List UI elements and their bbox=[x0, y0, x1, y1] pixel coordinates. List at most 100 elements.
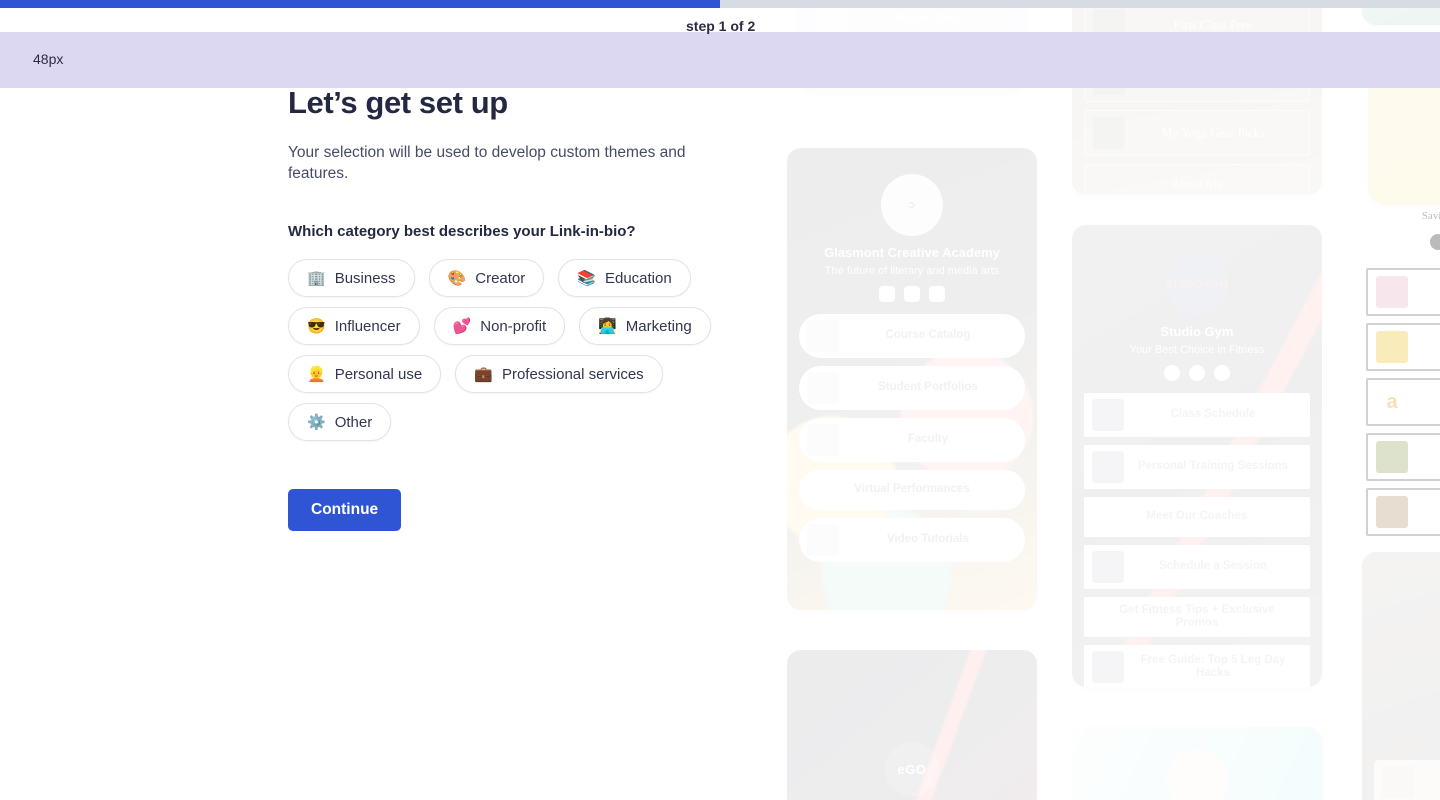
category-chip-personal-use[interactable]: 👱 Personal use bbox=[288, 355, 442, 394]
preview-link-label: Merch Shop bbox=[895, 13, 961, 26]
preview-link-item bbox=[1374, 760, 1440, 800]
preview-avatar: ɔ bbox=[881, 174, 943, 236]
preview-link-thumbnail bbox=[1376, 441, 1408, 473]
preview-link-thumbnail bbox=[1092, 399, 1124, 431]
preview-link-item: Video Tutorials bbox=[799, 518, 1025, 562]
preview-card-food: F bbox=[1362, 552, 1440, 800]
preview-link-label: Free Guide: Top 5 Leg Day Hacks bbox=[1140, 653, 1286, 679]
preview-card-background bbox=[787, 148, 1037, 610]
preview-link-label: Meet Our Coaches bbox=[1146, 510, 1248, 523]
preview-link-label: Personal Training Sessions bbox=[1137, 460, 1289, 473]
preview-social-row bbox=[1164, 365, 1230, 381]
preview-link-item bbox=[1366, 323, 1440, 371]
progress-bar-fill bbox=[0, 0, 720, 8]
preview-link-label: Fu bbox=[1408, 450, 1440, 463]
books-emoji: 📚 bbox=[577, 269, 596, 287]
category-question-label: Which category best describes your Link-… bbox=[288, 223, 636, 241]
preview-link-thumbnail bbox=[1092, 451, 1124, 483]
continue-button[interactable]: Continue bbox=[288, 489, 402, 532]
preview-link-label: Virtual Performances bbox=[854, 483, 970, 496]
category-chip-influencer[interactable]: 😎 Influencer bbox=[288, 307, 420, 346]
preview-card-background bbox=[1368, 75, 1440, 205]
preview-link-thumbnail bbox=[807, 424, 839, 456]
briefcase-emoji: 💼 bbox=[474, 365, 493, 383]
preview-link-label: Class Schedule bbox=[1170, 408, 1256, 421]
category-chip-label: Education bbox=[604, 269, 672, 287]
category-chip-group: 🏢 Business 🎨 Creator 📚 Education 😎 Influ… bbox=[288, 259, 728, 442]
preview-social-row bbox=[879, 286, 945, 302]
youtube-icon bbox=[1164, 365, 1180, 381]
preview-link-thumbnail bbox=[1092, 551, 1124, 583]
preview-card-yoga: First Class Free Master Classes My Yoga … bbox=[1072, 0, 1322, 195]
preview-card-background bbox=[787, 650, 1037, 800]
preview-card-background bbox=[1072, 225, 1322, 687]
preview-saving-text: Saving bbox=[1421, 210, 1440, 222]
smiling-face-with-sunglasses-emoji: 😎 bbox=[307, 317, 326, 335]
preview-link-item: Free Guide: Top 5 Leg Day Hacks bbox=[1084, 645, 1310, 687]
preview-link-label: Schedule a Session bbox=[1158, 560, 1267, 573]
category-chip-label: Other bbox=[334, 413, 373, 431]
preview-link-thumbnail bbox=[1382, 766, 1414, 798]
category-chip-marketing[interactable]: 👩‍💻 Marketing bbox=[579, 307, 711, 346]
category-chip-label: Non-profit bbox=[480, 317, 547, 335]
artist-palette-emoji: 🎨 bbox=[447, 269, 467, 287]
preview-link-label: My Yoga Gear Picks bbox=[1161, 125, 1265, 140]
preview-card-subtitle: Your Best Choice in Fitness bbox=[1129, 344, 1265, 356]
step-indicator: step 1 of 2 bbox=[686, 18, 756, 34]
category-chip-professional-services[interactable]: 💼 Professional services bbox=[455, 355, 663, 394]
preview-link-item: About Me bbox=[1084, 164, 1310, 195]
preview-card-title: Glasmont Creative Academy bbox=[824, 245, 1000, 260]
preview-link-thumbnail bbox=[807, 372, 839, 404]
preview-link-item bbox=[1366, 268, 1440, 316]
preview-link-item: Faculty bbox=[799, 418, 1025, 462]
preview-link-item: Schedule a Session bbox=[1084, 545, 1310, 589]
preview-link-thumbnail bbox=[807, 524, 839, 556]
preview-link-label: Video Tutorials bbox=[886, 533, 969, 546]
two-hearts-emoji: 💕 bbox=[452, 317, 472, 335]
category-chip-non-profit[interactable]: 💕 Non-profit bbox=[433, 307, 566, 346]
preview-card-gaming: eGO eGO Gaming Studios bbox=[787, 650, 1037, 800]
preview-link-label: Get Fitness Tips + Exclusive Promos bbox=[1119, 603, 1275, 629]
facebook-icon bbox=[904, 286, 920, 302]
preview-link-item: a A bbox=[1366, 378, 1440, 426]
category-chip-label: Professional services bbox=[501, 365, 644, 383]
preview-link-item: Class Schedule bbox=[1084, 393, 1310, 437]
youtube-icon bbox=[879, 286, 895, 302]
preview-link-item: Personal Training Sessions bbox=[1084, 445, 1310, 489]
preview-link-label: Course Catalog bbox=[885, 329, 971, 342]
preview-link-item: Meet Our Coaches bbox=[1084, 497, 1310, 537]
preview-link-thumbnail bbox=[1376, 331, 1408, 363]
category-chip-label: Marketing bbox=[625, 317, 692, 335]
preview-card-subtitle: The future of literary and media arts bbox=[824, 265, 1000, 277]
preview-avatar: eGO bbox=[885, 742, 939, 796]
preview-avatar bbox=[1166, 749, 1228, 800]
preview-link-item: Course Catalog bbox=[799, 314, 1025, 358]
preview-link-thumbnail bbox=[1093, 117, 1125, 149]
category-chip-label: Business bbox=[334, 269, 396, 287]
preview-link-item: Get Fitness Tips + Exclusive Promos bbox=[1084, 597, 1310, 637]
category-chip-label: Influencer bbox=[334, 317, 401, 335]
preview-card-title: Studio Gym bbox=[1160, 324, 1234, 339]
preview-link-item: Fu bbox=[1366, 433, 1440, 481]
onboarding-dialog: Let’s get set up Your selection will be … bbox=[288, 84, 758, 532]
preview-link-label: A bbox=[1408, 395, 1440, 408]
preview-card-bee: B bbox=[1368, 75, 1440, 205]
preview-card-academy: ɔ Glasmont Creative Academy The future o… bbox=[787, 148, 1037, 610]
category-chip-business[interactable]: 🏢 Business bbox=[288, 259, 415, 298]
amazon-icon: a bbox=[1376, 386, 1408, 418]
preview-link-label: About Me bbox=[1171, 176, 1223, 191]
preview-card-beauty bbox=[1072, 727, 1322, 800]
category-chip-education[interactable]: 📚 Education bbox=[558, 259, 691, 298]
app-root: Merch Shop Email Sign-up: Never Miss a B… bbox=[0, 0, 1440, 800]
preview-link-item: Student Portfolios bbox=[799, 366, 1025, 410]
preview-link-thumbnail bbox=[1376, 276, 1408, 308]
onboarding-progress-bar bbox=[0, 0, 1440, 8]
preview-link-item: My Yoga Gear Picks bbox=[1084, 110, 1310, 156]
category-chip-creator[interactable]: 🎨 Creator bbox=[428, 259, 545, 298]
page-title: Let’s get set up bbox=[288, 85, 508, 120]
category-chip-other[interactable]: ⚙️ Other bbox=[288, 403, 392, 442]
preview-link-item bbox=[1366, 488, 1440, 536]
person-blond-hair-emoji: 👱 bbox=[307, 365, 326, 383]
preview-link-thumbnail bbox=[1092, 651, 1124, 683]
preview-link-label: Faculty bbox=[907, 433, 949, 446]
